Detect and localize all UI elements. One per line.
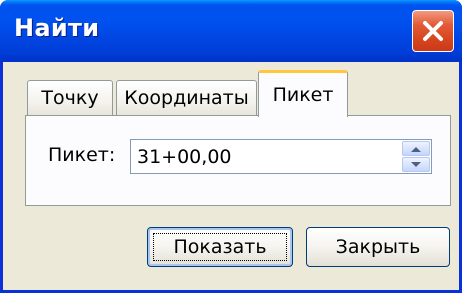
close-button-label: Закрыть	[335, 236, 421, 258]
show-button[interactable]: Показать	[147, 227, 293, 267]
show-button-label: Показать	[173, 236, 267, 258]
close-button[interactable]: Закрыть	[306, 227, 450, 267]
picket-input[interactable]	[131, 140, 401, 173]
tab-coordinates[interactable]: Координаты	[116, 80, 257, 115]
tab-panel-picket: Пикет:	[25, 115, 451, 206]
picket-field-label: Пикет:	[48, 144, 116, 166]
picket-spinbox	[130, 139, 432, 174]
tab-coordinates-label: Координаты	[124, 87, 249, 109]
spin-buttons	[402, 141, 430, 172]
arrow-down-icon	[410, 156, 422, 174]
find-dialog: Найти Точку Координаты Пикет Пикет: 31+0…	[0, 0, 462, 293]
window-title: Найти	[14, 14, 100, 42]
spin-up-button[interactable]	[402, 141, 430, 156]
tab-picket-label: Пикет	[272, 84, 334, 106]
close-icon	[421, 19, 445, 43]
tab-point[interactable]: Точку	[27, 80, 113, 115]
title-bar[interactable]: Найти	[0, 0, 462, 62]
close-window-button[interactable]	[412, 10, 454, 52]
tab-picket[interactable]: Пикет	[258, 70, 348, 117]
tab-point-label: Точку	[41, 87, 99, 109]
spin-down-button[interactable]	[402, 157, 430, 172]
